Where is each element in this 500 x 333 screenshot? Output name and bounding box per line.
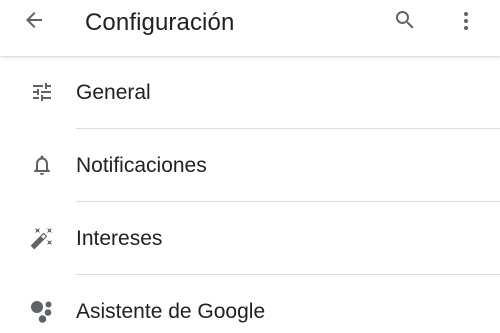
settings-item-general[interactable]: General [0,56,500,129]
settings-item-asistente-de-google[interactable]: Asistente de Google [0,275,500,333]
google-assistant-icon [28,297,56,325]
settings-item-label: General [76,81,151,104]
back-button[interactable] [12,0,56,44]
app-bar: Configuración [0,0,500,56]
settings-item-intereses[interactable]: Intereses [0,202,500,275]
settings-item-label: Intereses [76,227,163,250]
more-vert-icon [454,9,478,38]
page-title: Configuración [85,9,235,36]
tune-icon [28,78,56,106]
settings-item-notificaciones[interactable]: Notificaciones [0,129,500,202]
settings-list: General Notificaciones Intereses Asisten… [0,56,500,333]
search-icon [393,8,417,37]
more-options-button[interactable] [444,1,488,45]
magic-wand-icon [28,224,56,252]
bell-icon [28,151,56,179]
search-button[interactable] [383,0,427,44]
settings-screen: Configuración General Notificaciones Int… [0,0,500,333]
settings-item-label: Notificaciones [76,154,207,177]
arrow-back-icon [22,8,46,37]
settings-item-label: Asistente de Google [76,300,266,323]
